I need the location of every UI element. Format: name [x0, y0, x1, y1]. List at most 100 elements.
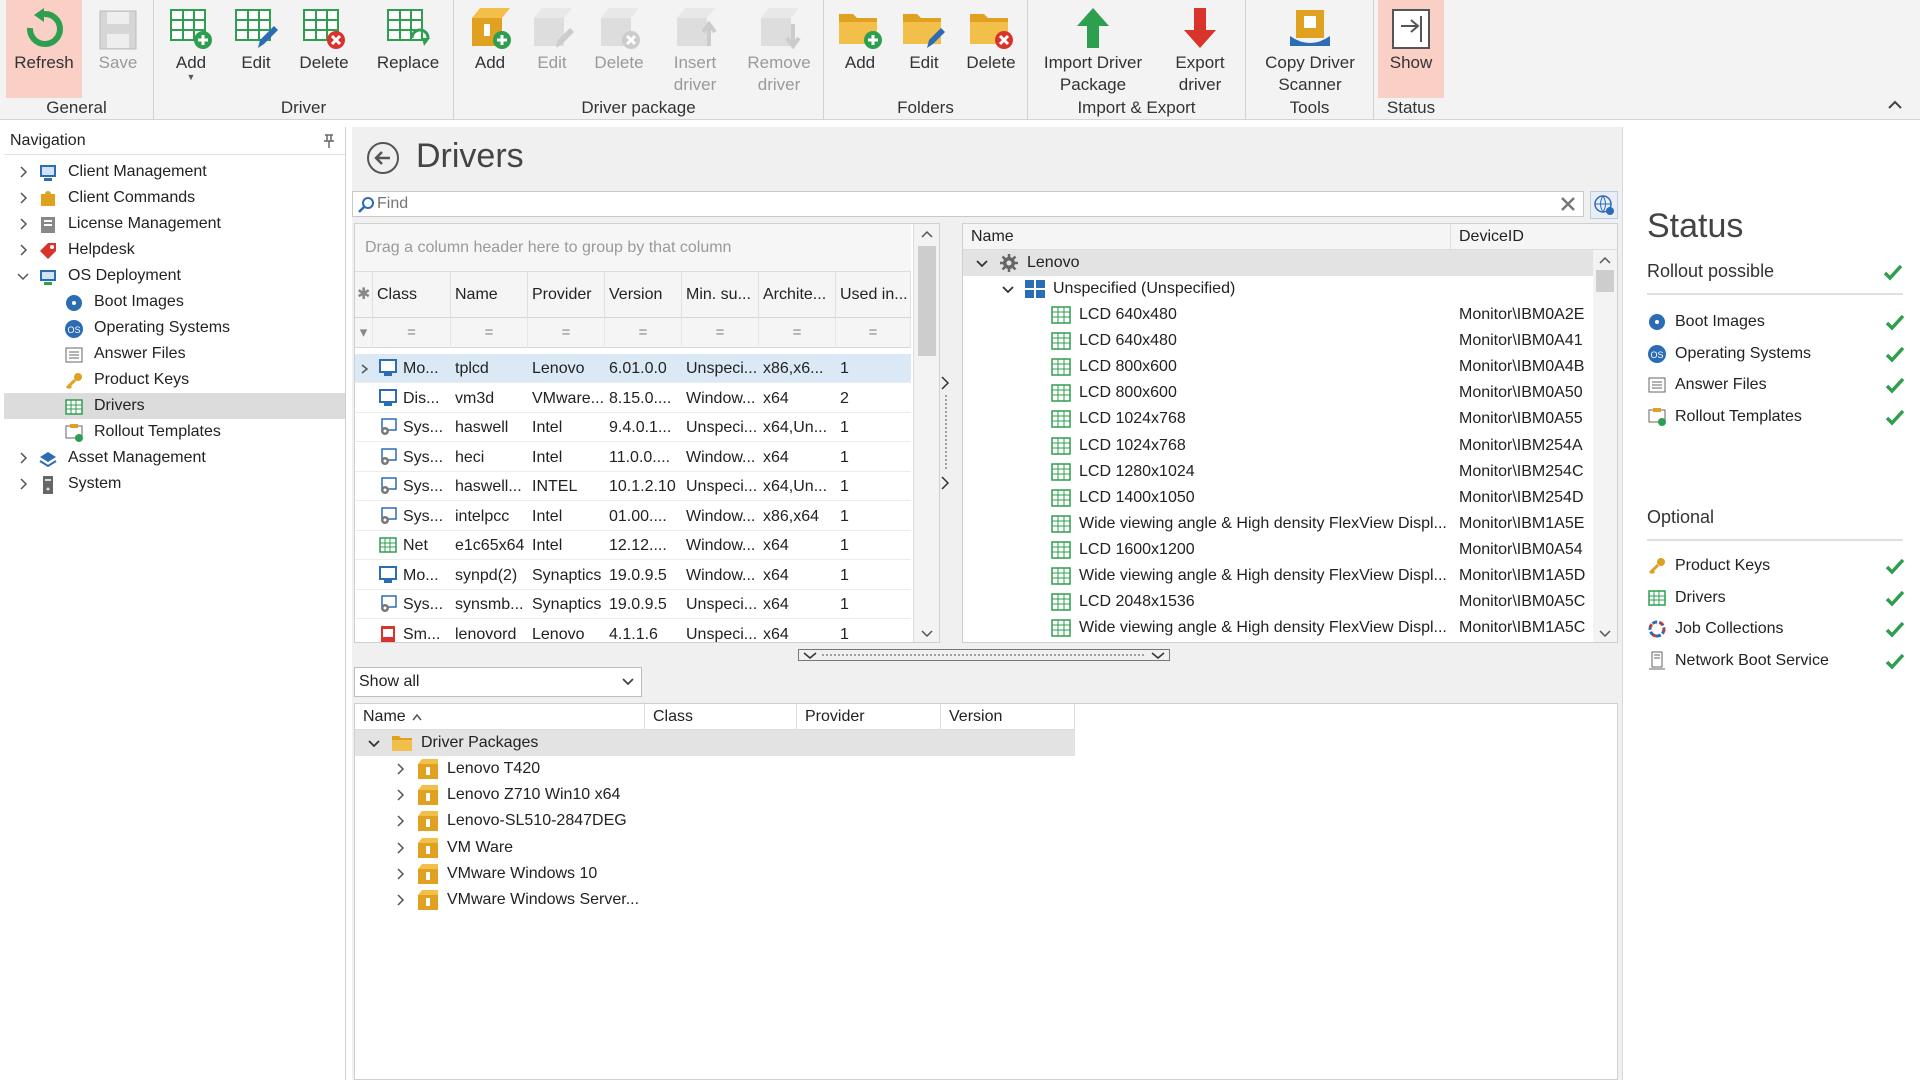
tree-row[interactable]: Wide viewing angle & High density FlexVi…: [963, 563, 1593, 589]
column-header-class[interactable]: Class: [373, 272, 451, 318]
chevron-right-icon[interactable]: [16, 217, 30, 231]
table-row[interactable]: Sm... lenovord Lenovo 4.1.1.6 Unspeci... x64 1: [355, 620, 911, 642]
column-header-provider[interactable]: Provider: [797, 704, 941, 730]
filter-cell[interactable]: =: [528, 318, 605, 348]
tree-root-row[interactable]: Lenovo: [963, 250, 1593, 276]
find-options-button[interactable]: [1590, 191, 1618, 219]
sidebar-item-product-keys[interactable]: Product Keys: [4, 367, 345, 393]
sidebar-item-helpdesk[interactable]: Helpdesk: [4, 237, 345, 263]
tree-row[interactable]: LCD 1600x1200 Monitor\IBM0A54: [963, 537, 1593, 563]
sidebar-item-asset-management[interactable]: Asset Management: [4, 445, 345, 471]
tree-scrollbar[interactable]: [1593, 250, 1617, 642]
sidebar-item-license-management[interactable]: License Management: [4, 211, 345, 237]
column-header-architecture[interactable]: Archite...: [759, 272, 836, 318]
scroll-down-icon[interactable]: [914, 624, 940, 643]
table-row[interactable]: Sys... haswell Intel 9.4.0.1... Unspeci... x6…: [355, 413, 911, 442]
sidebar-item-boot-images[interactable]: Boot Images: [4, 289, 345, 315]
scroll-thumb[interactable]: [918, 246, 936, 356]
column-header-name[interactable]: Name: [451, 272, 528, 318]
tree-row[interactable]: LCD 1280x1024 Monitor\IBM254C: [963, 459, 1593, 485]
column-header-version[interactable]: Version: [605, 272, 682, 318]
filter-cell[interactable]: =: [836, 318, 911, 348]
folder-delete-button[interactable]: Delete: [958, 0, 1024, 98]
vertical-splitter[interactable]: [940, 223, 952, 643]
driver-edit-button[interactable]: Edit: [226, 0, 286, 98]
package-row[interactable]: Lenovo-SL510-2847DEG: [355, 808, 1075, 834]
pin-icon[interactable]: [321, 133, 337, 149]
column-header-version[interactable]: Version: [941, 704, 1075, 730]
scroll-thumb[interactable]: [1596, 270, 1614, 292]
chevron-right-icon[interactable]: [16, 451, 30, 465]
collapse-ribbon-icon[interactable]: [1886, 96, 1904, 114]
package-add-button[interactable]: Add: [460, 0, 520, 98]
packages-root-row[interactable]: Driver Packages: [355, 730, 1075, 756]
close-icon[interactable]: [1559, 195, 1577, 213]
scroll-up-icon[interactable]: [914, 224, 940, 244]
show-filter-select[interactable]: Show all: [354, 667, 642, 697]
table-row[interactable]: Mo... synpd(2) Synaptics 19.0.9.5 Window... x…: [355, 561, 911, 590]
back-arrow-icon[interactable]: [366, 141, 400, 175]
folder-edit-button[interactable]: Edit: [894, 0, 954, 98]
show-status-button[interactable]: Show: [1378, 0, 1444, 98]
scroll-up-icon[interactable]: [1593, 250, 1617, 270]
column-header-provider[interactable]: Provider: [528, 272, 605, 318]
filter-cell[interactable]: =: [682, 318, 759, 348]
filter-cell[interactable]: =: [373, 318, 451, 348]
replace-button[interactable]: Replace: [368, 0, 448, 98]
table-row[interactable]: Sys... heci Intel 11.0.0.... Window... x64 1: [355, 443, 911, 472]
chevron-down-icon[interactable]: [16, 269, 30, 283]
tree-row[interactable]: LCD 1024x768 Monitor\IBM0A55: [963, 406, 1593, 432]
driver-delete-button[interactable]: Delete: [288, 0, 360, 98]
chevron-down-icon[interactable]: [367, 736, 381, 750]
package-row[interactable]: VMware Windows 10: [355, 861, 1075, 887]
sidebar-item-answer-files[interactable]: Answer Files: [4, 341, 345, 367]
table-row[interactable]: Mo... tplcd Lenovo 6.01.0.0 Unspeci... x86,x6…: [355, 354, 911, 383]
package-row[interactable]: Lenovo T420: [355, 756, 1075, 782]
column-header-class[interactable]: Class: [645, 704, 797, 730]
chevron-right-icon[interactable]: [16, 477, 30, 491]
export-driver-button[interactable]: Export driver: [1158, 0, 1242, 98]
tree-group-row[interactable]: Unspecified (Unspecified): [963, 276, 1593, 302]
tree-row[interactable]: LCD 640x480 Monitor\IBM0A41: [963, 328, 1593, 354]
chevron-down-icon[interactable]: [1001, 282, 1015, 296]
tree-row[interactable]: LCD 800x600 Monitor\IBM0A4B: [963, 354, 1593, 380]
column-header-name[interactable]: Name: [355, 704, 645, 730]
filter-cell[interactable]: =: [759, 318, 836, 348]
table-row[interactable]: Dis... vm3d VMware... 8.15.0.... Window... x6…: [355, 384, 911, 413]
chevron-right-icon[interactable]: [16, 191, 30, 205]
tree-row[interactable]: Wide viewing angle & High density FlexVi…: [963, 511, 1593, 537]
driver-add-button[interactable]: Add ▼: [160, 0, 222, 98]
folder-add-button[interactable]: Add: [830, 0, 890, 98]
filter-cell[interactable]: =: [451, 318, 528, 348]
sidebar-item-drivers[interactable]: Drivers: [4, 393, 345, 419]
sidebar-item-system[interactable]: System: [4, 471, 345, 497]
tree-row[interactable]: LCD 800x600 Monitor\IBM0A50: [963, 380, 1593, 406]
grid-scrollbar[interactable]: [913, 224, 940, 643]
refresh-button[interactable]: Refresh: [6, 0, 82, 98]
tree-row[interactable]: LCD 1024x768 Monitor\IBM254A: [963, 433, 1593, 459]
find-input[interactable]: [377, 194, 1517, 214]
import-driver-package-button[interactable]: Import Driver Package: [1032, 0, 1154, 98]
sidebar-item-operating-systems[interactable]: OS Operating Systems: [4, 315, 345, 341]
table-row[interactable]: Sys... haswell... INTEL 10.1.2.10 Unspeci...…: [355, 472, 911, 501]
horizontal-splitter[interactable]: [798, 649, 1170, 661]
package-row[interactable]: Lenovo Z710 Win10 x64: [355, 782, 1075, 808]
package-row[interactable]: VMware Windows Server...: [355, 887, 1075, 913]
tree-row[interactable]: LCD 1400x1050 Monitor\IBM254D: [963, 485, 1593, 511]
group-by-panel[interactable]: Drag a column header here to group by th…: [355, 224, 911, 272]
sidebar-item-client-commands[interactable]: Client Commands: [4, 185, 345, 211]
chevron-right-icon[interactable]: [16, 243, 30, 257]
tree-row[interactable]: LCD 640x480 Monitor\IBM0A2E: [963, 302, 1593, 328]
table-row[interactable]: Sys... intelpcc Intel 01.00.... Window... x86…: [355, 502, 911, 531]
table-row[interactable]: Net e1c65x64 Intel 12.12.... Window... x64 1: [355, 531, 911, 560]
sidebar-item-rollout-templates[interactable]: Rollout Templates: [4, 419, 345, 445]
column-header-name[interactable]: Name: [963, 224, 1451, 250]
tree-row[interactable]: LCD 2048x1536 Monitor\IBM0A5C: [963, 589, 1593, 615]
sidebar-item-os-deployment[interactable]: OS Deployment: [4, 263, 345, 289]
chevron-down-icon[interactable]: [975, 256, 989, 270]
filter-cell[interactable]: =: [605, 318, 682, 348]
tree-row[interactable]: Wide viewing angle & High density FlexVi…: [963, 615, 1593, 641]
copy-driver-scanner-button[interactable]: Copy Driver Scanner: [1250, 0, 1370, 98]
package-row[interactable]: VM Ware: [355, 835, 1075, 861]
column-header-min-support[interactable]: Min. su...: [682, 272, 759, 318]
